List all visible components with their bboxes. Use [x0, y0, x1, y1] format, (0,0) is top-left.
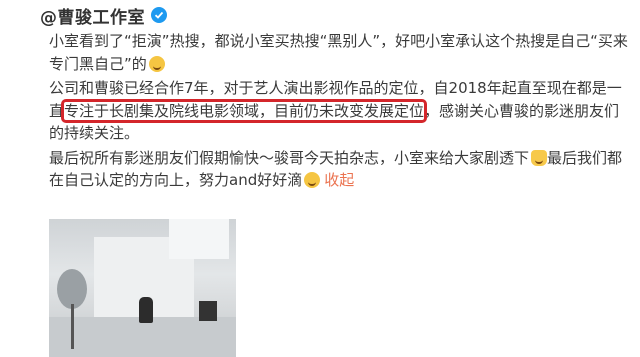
- light-stand: [71, 304, 74, 349]
- studio-light: [57, 269, 87, 309]
- post-body: 小室看到了“拒演”热搜，都说小室买热搜“黑别人”，好吧小室承认这个热搜是自己“买…: [49, 30, 634, 194]
- text: 的: [131, 54, 147, 73]
- studio-floor: [49, 317, 236, 357]
- paragraph-2: 公司和曹骏已经合作7年，对于艺人演出影视作品的定位，自2018年起直至现在都是一…: [49, 77, 634, 145]
- paragraph-3: 最后祝所有影迷朋友们假期愉快～骏哥今天拍杂志，小室来给大家剧透下 最后我们都在自己…: [49, 147, 634, 192]
- text: 热搜，都说小室买热搜: [169, 32, 320, 50]
- quoted-text: “黑别人”: [319, 32, 381, 50]
- post-image[interactable]: [49, 219, 236, 357]
- camera-figure: [199, 301, 217, 321]
- studio-window: [169, 219, 229, 259]
- collapse-link[interactable]: 收起: [324, 171, 354, 189]
- username[interactable]: @曹骏工作室: [40, 3, 145, 28]
- person-figure: [139, 297, 153, 323]
- laugh-emoji-icon: [148, 55, 165, 72]
- verified-icon: [151, 7, 167, 23]
- post-header: @曹骏工作室: [40, 2, 167, 28]
- text: 小室看到了: [49, 32, 125, 50]
- quoted-text: “拒演”: [124, 32, 170, 50]
- hand-emoji-icon: [531, 149, 548, 166]
- highlighted-text: 专注于长剧集及院线电影领域，目前仍未改变发展定位: [61, 98, 428, 123]
- text: 最后祝所有影迷朋友们假期愉快～骏哥今天拍杂志，小室来给大家剧透下: [49, 148, 530, 167]
- grin-emoji-icon: [304, 172, 321, 188]
- paragraph-1: 小室看到了“拒演”热搜，都说小室买热搜“黑别人”，好吧小室承认这个热搜是自己“买…: [49, 30, 634, 75]
- text: ，好吧小室承认这个热搜是自己: [380, 32, 591, 50]
